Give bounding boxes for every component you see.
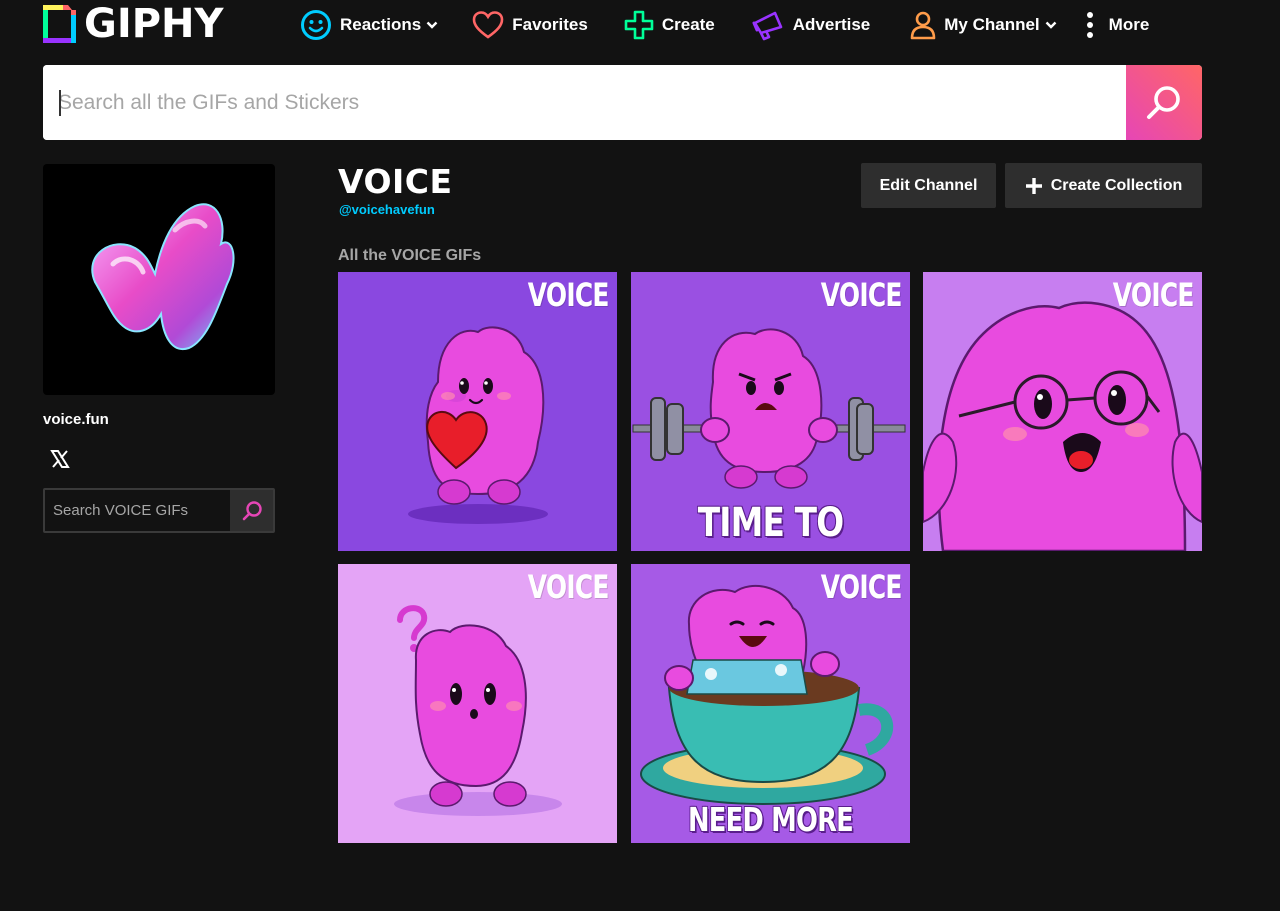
nav-reactions[interactable]: Reactions bbox=[300, 9, 438, 41]
x-twitter-icon[interactable] bbox=[50, 449, 70, 469]
nav-reactions-label: Reactions bbox=[340, 15, 422, 34]
section-heading: All the VOICE GIFs bbox=[338, 247, 482, 264]
gif-tile[interactable]: VOICE NEED MORE COFFEE bbox=[631, 564, 910, 843]
gif-caption: NEED MORE COFFEE bbox=[688, 800, 854, 843]
search-button[interactable] bbox=[1126, 65, 1202, 140]
search-icon bbox=[1147, 85, 1180, 119]
nav-advertise[interactable]: Advertise bbox=[751, 9, 870, 41]
smiley-icon bbox=[301, 10, 331, 40]
gif-caption: TIME TO TRAIN bbox=[697, 500, 844, 551]
voice-watermark: VOICE bbox=[821, 568, 903, 606]
text-cursor bbox=[59, 90, 61, 116]
user-icon bbox=[910, 11, 936, 40]
giphy-logo[interactable]: GIPHY bbox=[43, 3, 223, 45]
main-nav: Reactions Favorites Create Advertise My … bbox=[300, 8, 1185, 42]
chevron-down-icon bbox=[1045, 21, 1057, 29]
edit-channel-label: Edit Channel bbox=[879, 176, 978, 194]
nav-my-channel[interactable]: My Channel bbox=[910, 10, 1057, 40]
create-collection-label: Create Collection bbox=[1050, 176, 1183, 194]
gif-tile[interactable]: VOICE bbox=[923, 272, 1202, 551]
voice-watermark: VOICE bbox=[821, 276, 903, 314]
nav-more-label: More bbox=[1108, 15, 1150, 34]
nav-favorites-label: Favorites bbox=[512, 15, 588, 34]
search-bar bbox=[43, 65, 1202, 140]
nav-advertise-label: Advertise bbox=[792, 15, 871, 34]
nav-more[interactable]: More bbox=[1085, 11, 1150, 39]
top-header: GIPHY Reactions Favorites Create Adverti… bbox=[0, 0, 1280, 50]
channel-search-input[interactable] bbox=[45, 490, 231, 531]
gif-tile[interactable]: VOICE TIME TO TRAIN bbox=[631, 272, 910, 551]
edit-channel-button[interactable]: Edit Channel bbox=[861, 163, 996, 208]
gif-tile[interactable]: VOICE bbox=[338, 272, 617, 551]
channel-title: VOICE bbox=[338, 162, 453, 201]
plus-outline-icon bbox=[624, 10, 654, 40]
megaphone-icon bbox=[752, 11, 783, 41]
nav-create-label: Create bbox=[661, 15, 715, 34]
channel-search bbox=[43, 488, 275, 533]
channel-handle[interactable]: @voicehavefun bbox=[339, 202, 435, 217]
channel-search-button[interactable] bbox=[230, 490, 273, 531]
chevron-down-icon bbox=[426, 21, 438, 29]
heart-icon bbox=[472, 11, 504, 39]
voice-watermark: VOICE bbox=[528, 276, 610, 314]
logo-text: GIPHY bbox=[84, 1, 224, 47]
nav-my-channel-label: My Channel bbox=[944, 15, 1040, 34]
nav-create[interactable]: Create bbox=[624, 10, 715, 40]
channel-display-name[interactable]: voice.fun bbox=[43, 411, 109, 428]
voice-watermark: VOICE bbox=[528, 568, 610, 606]
nav-favorites[interactable]: Favorites bbox=[472, 10, 588, 40]
voice-logo-image bbox=[91, 203, 235, 351]
voice-watermark: VOICE bbox=[1113, 276, 1195, 314]
channel-avatar bbox=[43, 164, 275, 395]
plus-icon bbox=[1025, 177, 1042, 194]
giphy-logo-icon bbox=[43, 5, 76, 43]
create-collection-button[interactable]: Create Collection bbox=[1005, 163, 1202, 208]
gif-tile[interactable]: VOICE bbox=[338, 564, 617, 843]
search-input[interactable] bbox=[43, 65, 1126, 140]
search-icon bbox=[242, 500, 262, 520]
more-vertical-icon bbox=[1086, 12, 1093, 38]
